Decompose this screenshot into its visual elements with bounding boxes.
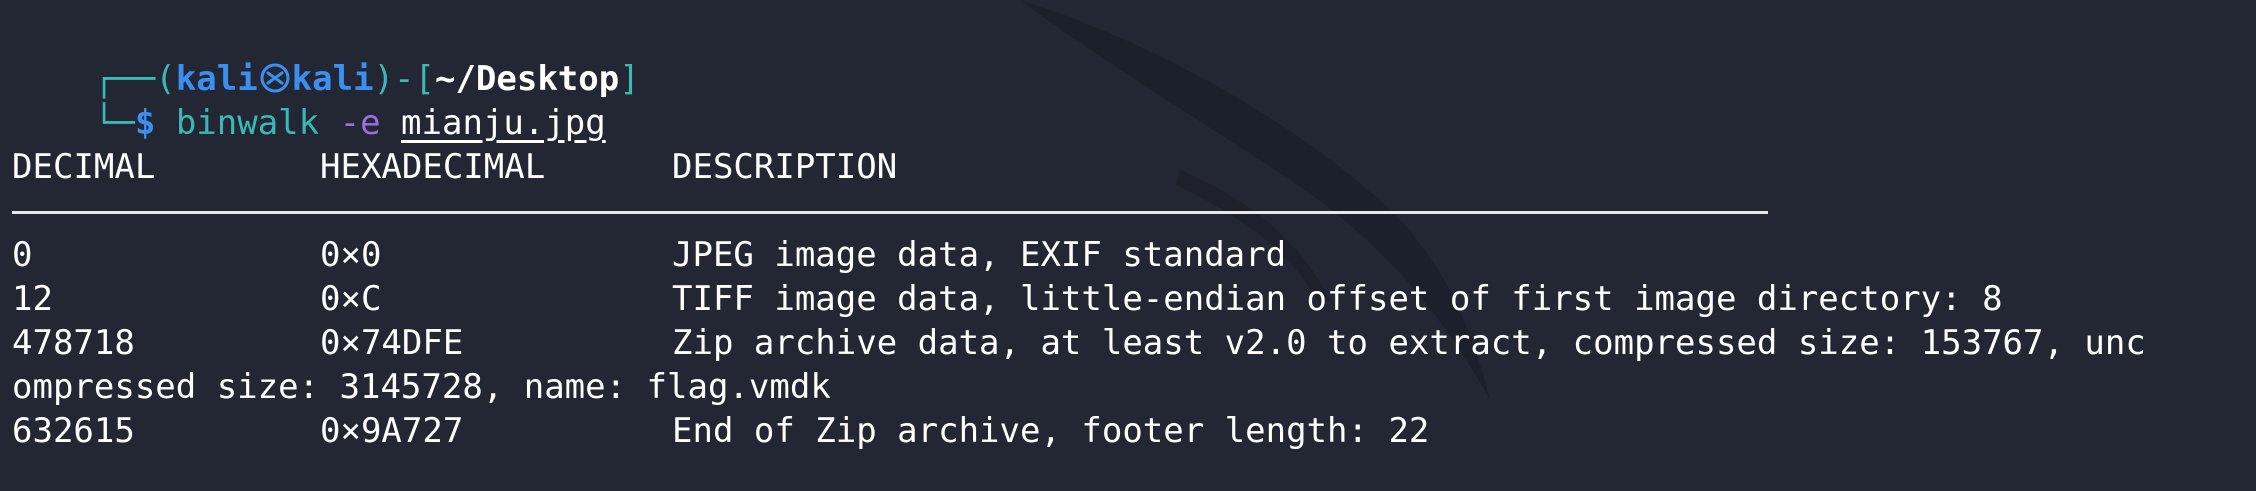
- table-row: 0 0×0 JPEG image data, EXIF standard: [12, 233, 2242, 277]
- table-row: 478718 0×74DFE Zip archive data, at leas…: [12, 321, 2242, 365]
- row-description: Zip archive data, at least v2.0 to extra…: [672, 323, 2146, 363]
- row-hex: 0×0: [320, 235, 382, 275]
- header-decimal: DECIMAL: [12, 147, 156, 187]
- row-description: JPEG image data, EXIF standard: [672, 235, 1287, 275]
- prompt-symbol: $: [134, 103, 156, 143]
- header-divider: [12, 211, 1768, 214]
- prompt-line-command[interactable]: └─$ binwalk -e mianju.jpg: [12, 57, 606, 143]
- row-description: End of Zip archive, footer length: 22: [672, 411, 1430, 451]
- row-hex: 0×74DFE: [320, 323, 464, 363]
- command-flag: -e: [339, 103, 381, 143]
- row-hex: 0×C: [320, 279, 382, 319]
- prompt-corner-bottom: └─: [93, 103, 135, 143]
- table-row: 12 0×C TIFF image data, little-endian of…: [12, 277, 2242, 321]
- prompt-bracket-end: ]: [619, 59, 640, 99]
- row-hex: 0×9A727: [320, 411, 464, 451]
- row-description: TIFF image data, little-endian offset of…: [672, 279, 2003, 319]
- row-decimal: 12: [12, 279, 53, 319]
- header-hexadecimal: HEXADECIMAL: [320, 147, 546, 187]
- row-decimal: 478718: [12, 323, 135, 363]
- terminal-window[interactable]: ┌──(kali kali)-[~/Desktop] └─$ binwalk -e…: [0, 0, 2256, 491]
- table-header-row: DECIMAL HEXADECIMAL DESCRIPTION: [12, 145, 2242, 189]
- table-row-wrapped: ompressed size: 3145728, name: flag.vmdk: [12, 365, 2242, 409]
- header-description: DESCRIPTION: [672, 147, 898, 187]
- command-argument: mianju.jpg: [401, 103, 606, 143]
- row-description-continued: ompressed size: 3145728, name: flag.vmdk: [12, 367, 831, 407]
- row-decimal: 632615: [12, 411, 135, 451]
- prompt-line-top: ┌──(kali kali)-[~/Desktop]: [12, 13, 640, 99]
- command-name: binwalk: [175, 103, 320, 143]
- table-row: 632615 0×9A727 End of Zip archive, foote…: [12, 409, 2242, 453]
- row-decimal: 0: [12, 235, 33, 275]
